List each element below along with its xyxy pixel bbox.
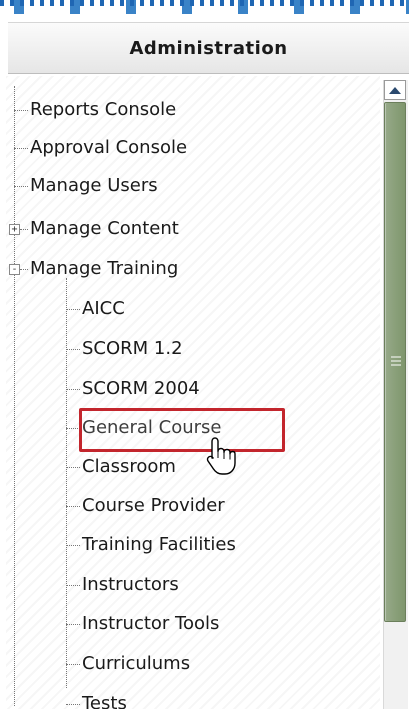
tree-item-manage-content[interactable]: Manage Content: [28, 212, 179, 246]
scrollbar-thumb[interactable]: [384, 102, 406, 622]
tree-item-label: Training Facilities: [82, 534, 236, 555]
panel-title: Administration: [8, 22, 409, 74]
tree-item-curriculums[interactable]: Curriculums: [80, 647, 190, 681]
tree-item-label: SCORM 1.2: [82, 338, 183, 359]
tree-item-scorm-2004[interactable]: SCORM 2004: [80, 372, 200, 406]
tree-item-label: AICC: [82, 298, 125, 319]
tree-item-manage-training[interactable]: Manage Training: [28, 252, 178, 286]
tree-item-tests[interactable]: Tests: [80, 687, 127, 709]
tree-item-label: Curriculums: [82, 653, 191, 674]
tree-item-label: SCORM 2004: [82, 378, 200, 399]
tree-item-label: Tests: [82, 693, 127, 709]
scroll-up-arrow-icon[interactable]: [384, 80, 406, 100]
admin-tree: + - Reports Console Approval Console Man…: [6, 76, 380, 709]
tree-item-label: Approval Console: [30, 137, 188, 158]
administration-panel: Administration + - Reports Console Appro…: [6, 16, 409, 709]
tree-item-instructor-tools[interactable]: Instructor Tools: [80, 607, 219, 641]
tree-item-label: Manage Content: [30, 218, 179, 239]
hand-pointer-icon: [206, 437, 236, 475]
top-decoration-band: [0, 0, 409, 14]
tree-item-label: Instructor Tools: [82, 613, 220, 634]
tree-item-manage-users[interactable]: Manage Users: [28, 169, 158, 203]
tree-item-label: Manage Users: [30, 175, 158, 196]
tree-item-classroom[interactable]: Classroom: [80, 450, 176, 484]
tree-item-label: Manage Training: [30, 258, 179, 279]
tree-item-aicc[interactable]: AICC: [80, 292, 125, 326]
tree-item-label: Instructors: [82, 574, 179, 595]
tree-item-training-facilities[interactable]: Training Facilities: [80, 528, 236, 562]
tree-item-label: Reports Console: [30, 99, 177, 120]
tree-item-instructors[interactable]: Instructors: [80, 568, 179, 602]
tree-item-scorm-12[interactable]: SCORM 1.2: [80, 332, 183, 366]
tree-item-reports-console[interactable]: Reports Console: [28, 93, 176, 127]
tree-item-approval-console[interactable]: Approval Console: [28, 131, 187, 165]
collapse-manage-training-icon[interactable]: -: [9, 264, 20, 275]
tree-item-label: Course Provider: [82, 495, 225, 516]
tree-item-label: Classroom: [82, 456, 176, 477]
selection-highlight: [79, 408, 285, 452]
expand-manage-content-icon[interactable]: +: [9, 224, 20, 235]
tree-item-course-provider[interactable]: Course Provider: [80, 489, 225, 523]
